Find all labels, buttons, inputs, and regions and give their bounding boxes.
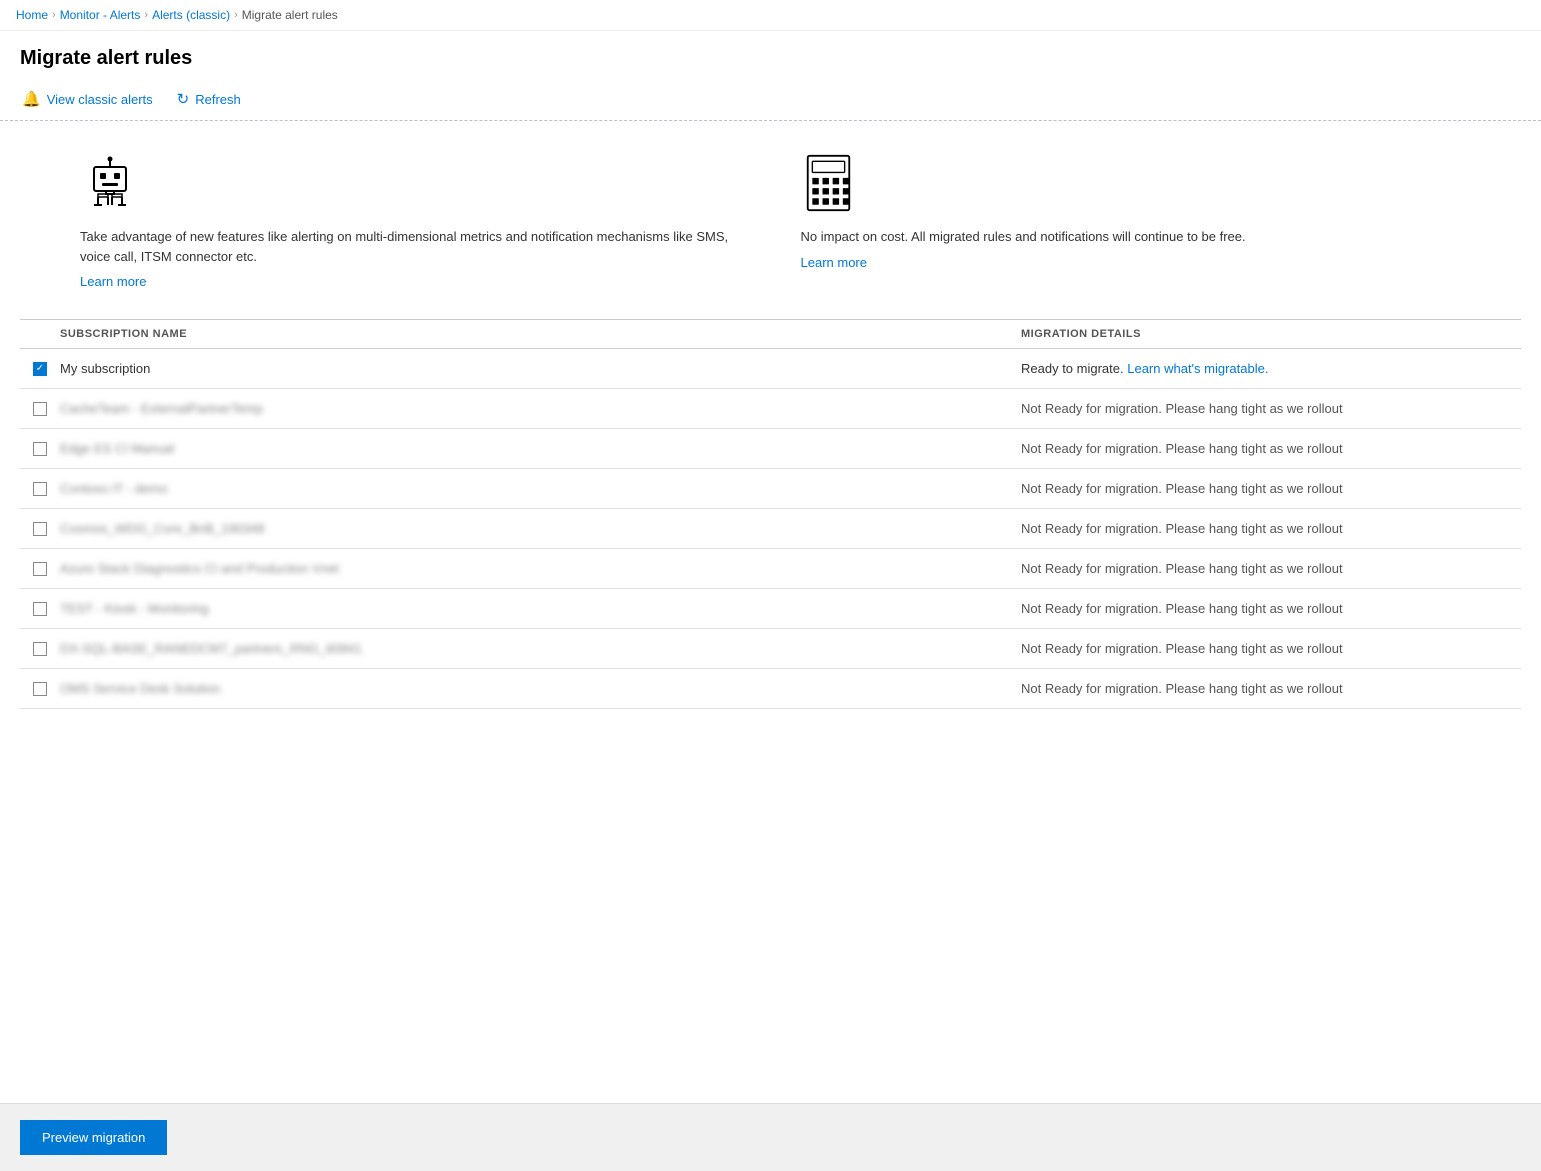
migration-status-7: Not Ready for migration. Please hang tig… <box>1021 601 1521 616</box>
migration-status-6: Not Ready for migration. Please hang tig… <box>1021 561 1521 576</box>
breadcrumb-monitor-alerts[interactable]: Monitor - Alerts <box>60 8 141 22</box>
subscription-name-8: DX-SQL-BASE_RANEDCM7_partners_RNG_60841 <box>60 641 1021 656</box>
col-subscription-header: SUBSCRIPTION NAME <box>60 328 1021 340</box>
view-classic-alerts-label: View classic alerts <box>47 92 153 107</box>
subscription-name-1: My subscription <box>60 361 1021 376</box>
table-row: Azure Stack Diagnostics CI and Productio… <box>20 549 1521 589</box>
breadcrumb-current: Migrate alert rules <box>242 8 338 22</box>
benefit-text-1: Take advantage of new features like aler… <box>80 227 741 266</box>
benefits-section: Take advantage of new features like aler… <box>0 133 1541 319</box>
bell-icon: 🔔 <box>22 90 41 108</box>
checkbox-cell-2[interactable] <box>20 402 60 416</box>
checkbox-cell-6[interactable] <box>20 562 60 576</box>
col-checkbox-header <box>20 328 60 340</box>
checkbox-cell-4[interactable] <box>20 482 60 496</box>
benefit-learn-more-2[interactable]: Learn more <box>801 255 867 270</box>
breadcrumb-sep-2: › <box>144 9 148 21</box>
checkbox-cell-5[interactable] <box>20 522 60 536</box>
table-row: Cosmos_WDG_Core_BnB_190348 Not Ready for… <box>20 509 1521 549</box>
benefit-item-1: Take advantage of new features like aler… <box>80 153 741 289</box>
footer: Preview migration <box>0 1103 1541 1171</box>
refresh-button[interactable]: ↻ Refresh <box>175 86 243 112</box>
preview-migration-button[interactable]: Preview migration <box>20 1120 167 1155</box>
migration-status-9: Not Ready for migration. Please hang tig… <box>1021 681 1521 696</box>
toolbar: 🔔 View classic alerts ↻ Refresh <box>0 78 1541 121</box>
table-row: TEST - Kiosk - Monitoring Not Ready for … <box>20 589 1521 629</box>
breadcrumb: Home › Monitor - Alerts › Alerts (classi… <box>0 0 1541 31</box>
page-header: Migrate alert rules <box>0 31 1541 78</box>
checkbox-1[interactable] <box>33 362 47 376</box>
checkbox-9[interactable] <box>33 682 47 696</box>
breadcrumb-sep-3: › <box>234 9 238 21</box>
migration-status-4: Not Ready for migration. Please hang tig… <box>1021 481 1521 496</box>
benefit-learn-more-1[interactable]: Learn more <box>80 274 146 289</box>
page-title: Migrate alert rules <box>20 47 1521 70</box>
checkbox-cell-9[interactable] <box>20 682 60 696</box>
table-row: CacheTeam - ExternalPartnerTemp Not Read… <box>20 389 1521 429</box>
view-classic-alerts-button[interactable]: 🔔 View classic alerts <box>20 86 155 112</box>
breadcrumb-home[interactable]: Home <box>16 8 48 22</box>
breadcrumb-alerts-classic[interactable]: Alerts (classic) <box>152 8 230 22</box>
subscriptions-table: SUBSCRIPTION NAME MIGRATION DETAILS My s… <box>0 319 1541 789</box>
checkbox-cell-8[interactable] <box>20 642 60 656</box>
checkbox-7[interactable] <box>33 602 47 616</box>
subscription-name-6: Azure Stack Diagnostics CI and Productio… <box>60 561 1021 576</box>
subscription-name-3: Edge ES CI Manual <box>60 441 1021 456</box>
table-header: SUBSCRIPTION NAME MIGRATION DETAILS <box>20 319 1521 349</box>
subscription-name-4: Contoso IT - demo <box>60 481 1021 496</box>
calculator-icon <box>801 153 861 213</box>
checkbox-5[interactable] <box>33 522 47 536</box>
checkbox-cell-1[interactable] <box>20 362 60 376</box>
ready-text: Ready to migrate. <box>1021 361 1124 376</box>
learn-migratable-link[interactable]: Learn what's migratable. <box>1127 361 1268 376</box>
subscription-name-7: TEST - Kiosk - Monitoring <box>60 601 1021 616</box>
checkbox-2[interactable] <box>33 402 47 416</box>
col-migration-header: MIGRATION DETAILS <box>1021 328 1521 340</box>
robot-icon <box>80 153 140 213</box>
migration-status-5: Not Ready for migration. Please hang tig… <box>1021 521 1521 536</box>
subscription-name-9: OMS Service Desk Solution <box>60 681 1021 696</box>
migration-status-1: Ready to migrate. Learn what's migratabl… <box>1021 361 1521 376</box>
checkbox-cell-3[interactable] <box>20 442 60 456</box>
subscription-name-5: Cosmos_WDG_Core_BnB_190348 <box>60 521 1021 536</box>
table-row: Contoso IT - demo Not Ready for migratio… <box>20 469 1521 509</box>
table-row: OMS Service Desk Solution Not Ready for … <box>20 669 1521 709</box>
benefit-item-2: No impact on cost. All migrated rules an… <box>801 153 1462 289</box>
checkbox-8[interactable] <box>33 642 47 656</box>
migration-status-8: Not Ready for migration. Please hang tig… <box>1021 641 1521 656</box>
breadcrumb-sep-1: › <box>52 9 56 21</box>
table-row: Edge ES CI Manual Not Ready for migratio… <box>20 429 1521 469</box>
checkbox-cell-7[interactable] <box>20 602 60 616</box>
migration-status-2: Not Ready for migration. Please hang tig… <box>1021 401 1521 416</box>
refresh-label: Refresh <box>195 92 241 107</box>
refresh-icon: ↻ <box>177 90 190 108</box>
migration-status-3: Not Ready for migration. Please hang tig… <box>1021 441 1521 456</box>
subscription-name-2: CacheTeam - ExternalPartnerTemp <box>60 401 1021 416</box>
benefit-text-2: No impact on cost. All migrated rules an… <box>801 227 1246 247</box>
checkbox-3[interactable] <box>33 442 47 456</box>
table-row: My subscription Ready to migrate. Learn … <box>20 349 1521 389</box>
table-row: DX-SQL-BASE_RANEDCM7_partners_RNG_60841 … <box>20 629 1521 669</box>
checkbox-6[interactable] <box>33 562 47 576</box>
checkbox-4[interactable] <box>33 482 47 496</box>
